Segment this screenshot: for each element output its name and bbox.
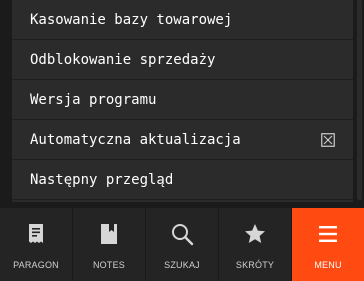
scrollbar[interactable]: [357, 0, 362, 200]
nav-label: SKRÓTY: [235, 260, 275, 270]
menu-item-clear-product-database[interactable]: Kasowanie bazy towarowej: [12, 0, 353, 40]
nav-item-search[interactable]: SZUKAJ: [146, 208, 219, 281]
bottom-navigation: PARAGON NOTES SZUKAJ SKRÓTY MENU: [0, 208, 364, 281]
nav-item-paragon[interactable]: PARAGON: [0, 208, 73, 281]
menu-item-next-inspection[interactable]: Następny przegląd: [12, 160, 353, 200]
menu-icon: [319, 226, 337, 242]
receipt-icon: [29, 224, 43, 243]
nav-label: SZUKAJ: [164, 260, 200, 270]
nav-item-menu[interactable]: MENU: [292, 208, 364, 281]
menu-list: Kasowanie bazy towarowej Odblokowanie sp…: [12, 0, 353, 202]
nav-label: MENU: [314, 260, 342, 270]
menu-item-automatic-update[interactable]: Automatyczna aktualizacja: [12, 120, 353, 160]
nav-label: NOTES: [92, 260, 125, 270]
search-icon: [172, 224, 194, 246]
menu-item-label: Automatyczna aktualizacja: [30, 131, 241, 148]
menu-item-program-version[interactable]: Wersja programu: [12, 80, 353, 120]
nav-label: PARAGON: [13, 260, 59, 270]
menu-item-label: Wersja programu: [30, 91, 157, 108]
menu-item-label: Następny przegląd: [30, 171, 174, 188]
menu-item-label: Odblokowanie sprzedaży: [30, 51, 216, 68]
star-icon: [245, 224, 265, 243]
notes-icon: [101, 224, 117, 244]
nav-item-shortcuts[interactable]: SKRÓTY: [219, 208, 292, 281]
automatic-update-checkbox[interactable]: [321, 132, 335, 147]
menu-item-unlock-sales[interactable]: Odblokowanie sprzedaży: [12, 40, 353, 80]
settings-screen: Kasowanie bazy towarowej Odblokowanie sp…: [0, 0, 364, 281]
menu-item-label: Kasowanie bazy towarowej: [30, 11, 233, 28]
nav-item-notes[interactable]: NOTES: [73, 208, 146, 281]
